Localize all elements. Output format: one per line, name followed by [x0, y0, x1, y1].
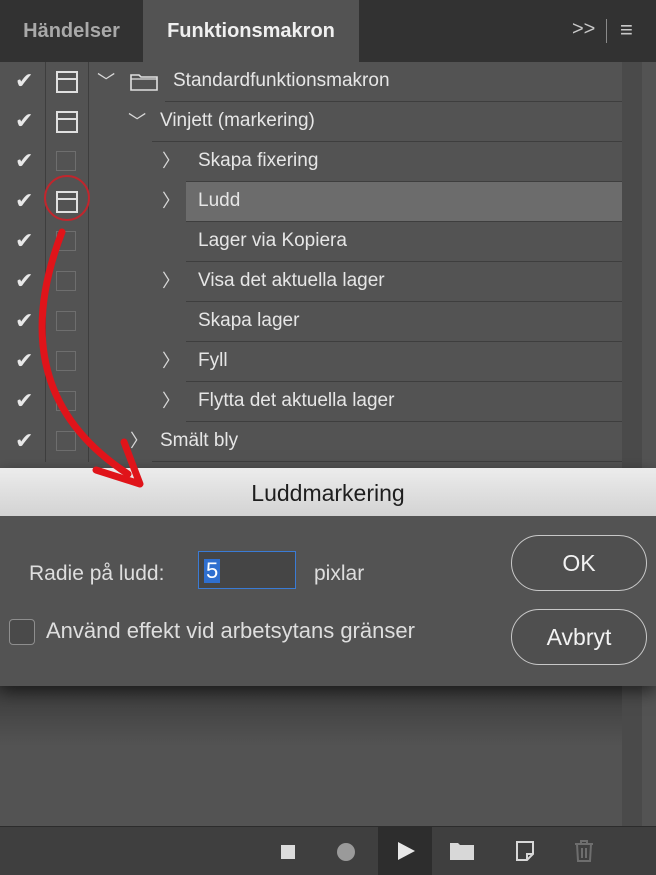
- trash-icon[interactable]: [573, 839, 595, 863]
- play-button[interactable]: [378, 827, 432, 875]
- new-set-folder-icon[interactable]: [449, 841, 475, 861]
- actions-toolbar: [0, 826, 656, 875]
- play-icon: [398, 842, 415, 860]
- new-action-icon[interactable]: [514, 839, 536, 863]
- annotation-arrow-icon: [38, 228, 144, 488]
- record-icon[interactable]: [337, 843, 355, 861]
- stop-icon[interactable]: [281, 845, 295, 859]
